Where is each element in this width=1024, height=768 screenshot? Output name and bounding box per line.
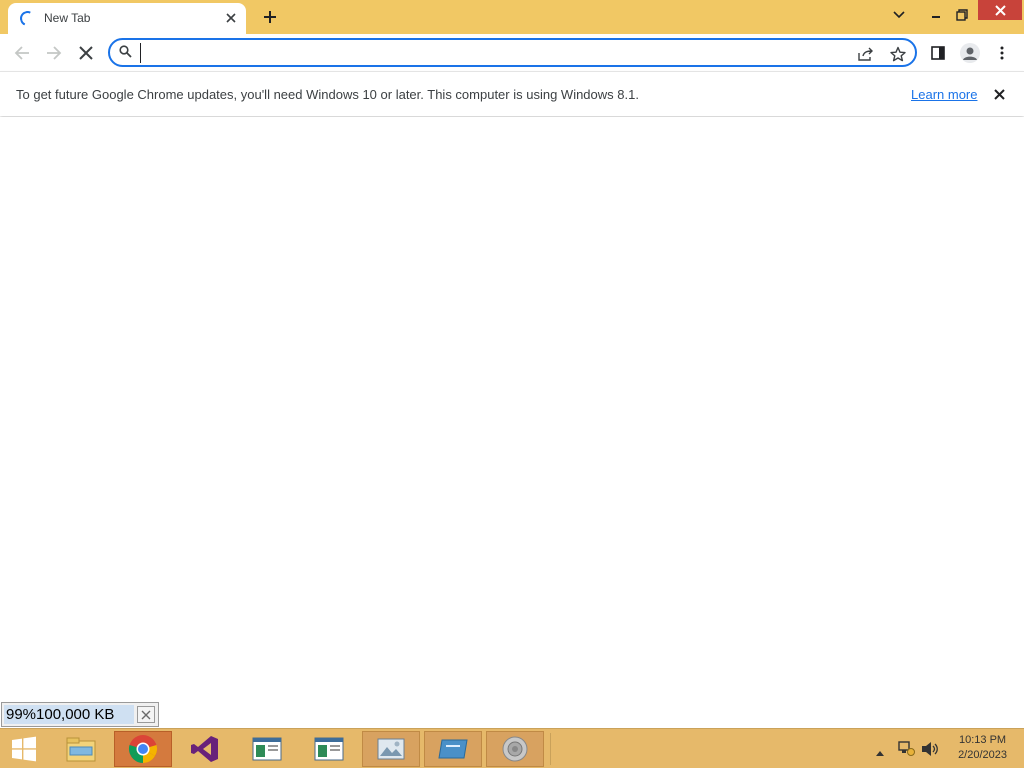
- volume-icon[interactable]: [921, 741, 939, 762]
- infobar-close-icon[interactable]: [990, 85, 1008, 103]
- app-window-icon[interactable]: [238, 731, 296, 767]
- network-icon[interactable]: [897, 740, 915, 761]
- tab-close-icon[interactable]: [222, 9, 240, 27]
- infobar-message: To get future Google Chrome updates, you…: [16, 87, 639, 102]
- file-explorer-icon[interactable]: [52, 731, 110, 767]
- show-hidden-icons-button[interactable]: [875, 744, 885, 762]
- menu-icon[interactable]: [989, 40, 1015, 66]
- windows-taskbar: 10:13 PM 2/20/2023: [0, 728, 1024, 768]
- download-progress-box: 99%100,000 KB: [1, 702, 159, 727]
- visual-studio-icon[interactable]: [176, 731, 234, 767]
- share-icon[interactable]: [856, 44, 876, 64]
- card-app-icon[interactable]: [424, 731, 482, 767]
- windows-start-icon: [12, 736, 36, 762]
- address-bar[interactable]: [108, 38, 917, 67]
- restore-button[interactable]: [945, 0, 979, 30]
- new-tab-button[interactable]: [258, 5, 282, 29]
- back-button[interactable]: [8, 39, 36, 67]
- tab-search-button[interactable]: [882, 0, 916, 30]
- chevron-up-icon: [876, 751, 884, 756]
- page-content: [0, 117, 1024, 728]
- search-icon: [119, 45, 132, 63]
- system-clock[interactable]: 10:13 PM 2/20/2023: [958, 733, 1007, 763]
- tab-strip: New Tab: [0, 0, 1024, 34]
- forward-button[interactable]: [40, 39, 68, 67]
- profile-icon: [960, 43, 980, 63]
- clock-time: 10:13 PM: [958, 734, 1007, 746]
- address-input[interactable]: [140, 43, 840, 63]
- window-close-button[interactable]: [978, 0, 1022, 20]
- browser-toolbar: [0, 34, 1024, 71]
- stop-button[interactable]: [72, 39, 100, 67]
- speaker-app-icon[interactable]: [486, 731, 544, 767]
- clock-date: 2/20/2023: [958, 749, 1007, 761]
- download-close-button[interactable]: [137, 706, 155, 723]
- tab-title: New Tab: [44, 11, 91, 25]
- side-panel-icon[interactable]: [925, 40, 951, 66]
- star-icon[interactable]: [888, 44, 908, 64]
- photo-viewer-icon[interactable]: [362, 731, 420, 767]
- learn-more-link[interactable]: Learn more: [911, 87, 977, 102]
- chrome-icon[interactable]: [114, 731, 172, 767]
- download-progress-text: 99%100,000 KB: [4, 705, 134, 724]
- update-infobar: To get future Google Chrome updates, you…: [0, 71, 1024, 116]
- tab-new-tab[interactable]: New Tab: [8, 3, 246, 34]
- profile-button[interactable]: [957, 40, 983, 66]
- start-button[interactable]: [0, 731, 48, 767]
- app-window-icon[interactable]: [300, 731, 358, 767]
- browser-window: New Tab To get future Google Chrome upda…: [0, 0, 1024, 728]
- taskbar-empty-area: [550, 733, 840, 765]
- loading-spinner-icon: [17, 8, 38, 29]
